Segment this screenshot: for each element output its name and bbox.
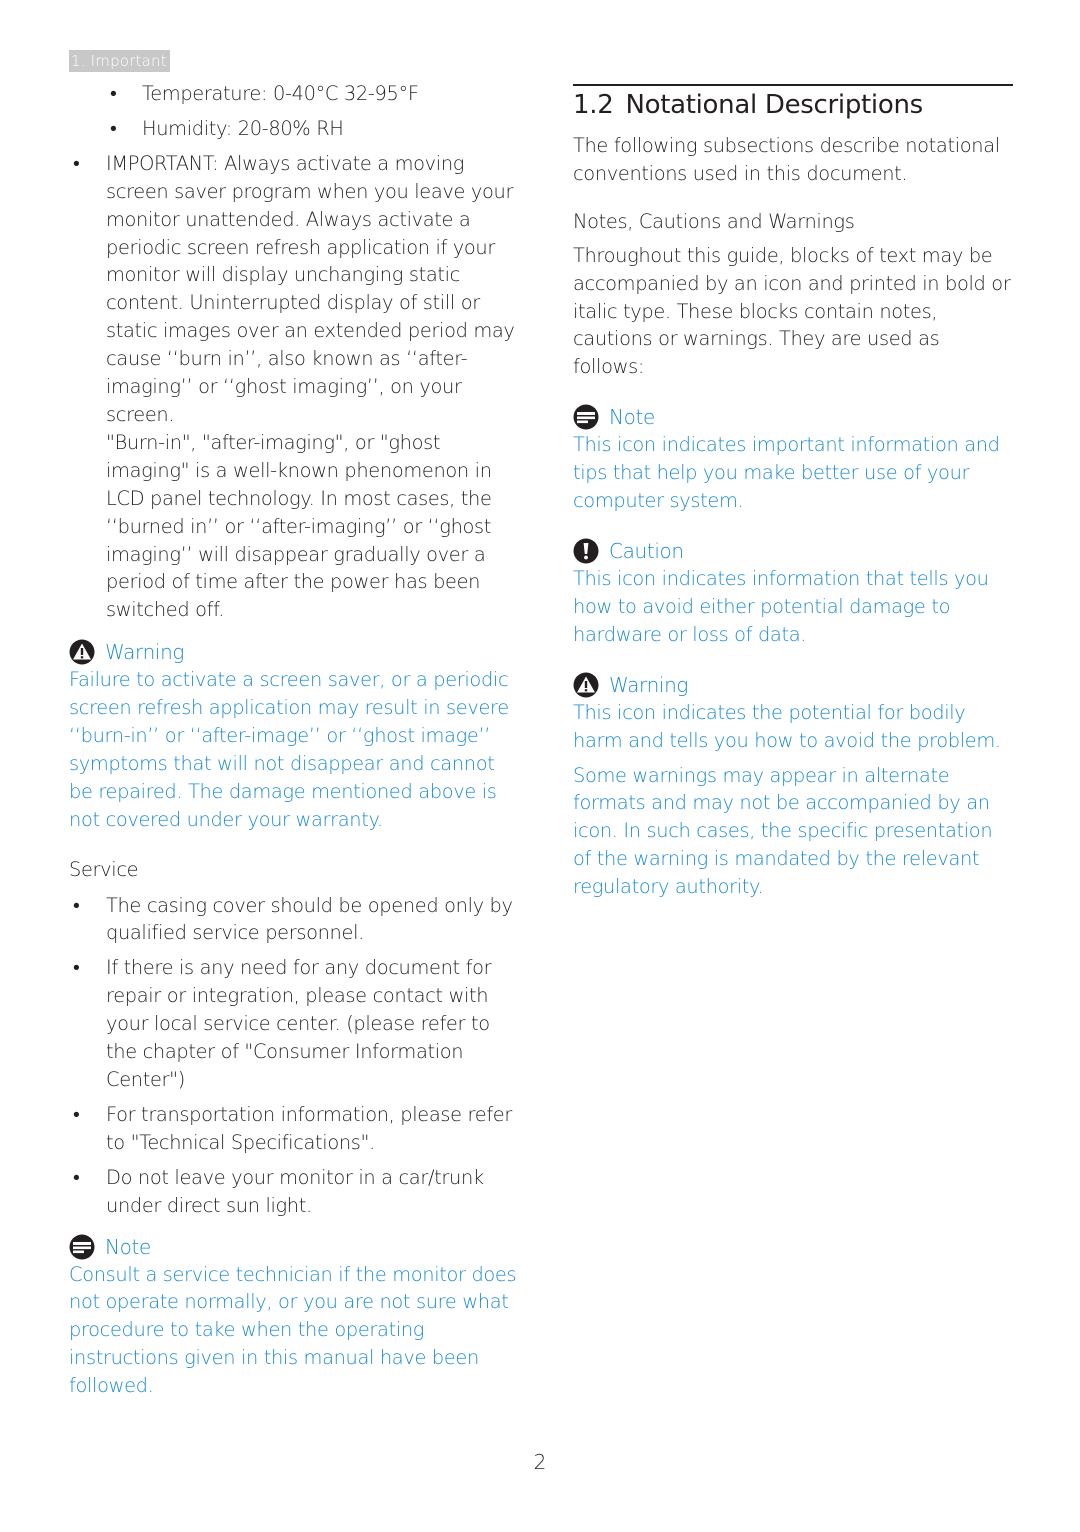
important-continuation: "Burn-in", "after-imaging", or "ghost im… <box>106 430 492 622</box>
note-icon <box>573 404 599 430</box>
list-item: Temperature: 0-40°C 32-95°F <box>69 80 519 108</box>
section-rule <box>573 84 1013 86</box>
warning-title: Warning <box>609 672 689 697</box>
note-title: Note <box>609 405 655 430</box>
right-column: 1.2 Notational Descriptions The following… <box>573 84 1013 901</box>
list-item: Humidity: 20-80% RH <box>69 115 519 143</box>
list-item: If there is any need for any document fo… <box>69 954 519 1094</box>
section-number: 1.2 <box>573 90 614 120</box>
caution-title: Caution <box>609 538 684 563</box>
caution-exclamation-icon <box>573 538 599 564</box>
environment-list: Temperature: 0-40°C 32-95°F Humidity: 20… <box>69 80 519 143</box>
chapter-tag: 1. Important <box>69 50 170 72</box>
warning-header: Warning <box>573 671 1013 699</box>
description-text: Throughout this guide, blocks of text ma… <box>573 243 1011 379</box>
list-item: Do not leave your monitor in a car/trunk… <box>69 1164 519 1220</box>
left-column: Temperature: 0-40°C 32-95°F Humidity: 20… <box>69 80 519 1400</box>
note-text: Consult a service technician if the moni… <box>69 1262 517 1398</box>
warning-triangle-icon <box>573 672 599 698</box>
service-list: The casing cover should be opened only b… <box>69 892 519 1220</box>
note-text: This icon indicates important informatio… <box>573 433 1000 513</box>
intro-text: The following subsections describe notat… <box>573 134 1000 185</box>
note-title: Note <box>105 1234 151 1259</box>
subheading: Notes, Cautions and Warnings <box>573 209 855 233</box>
note-header: Note <box>573 403 1013 431</box>
warning-triangle-icon <box>69 639 95 665</box>
caution-text: This icon indicates information that tel… <box>573 566 989 646</box>
warning-header: Warning <box>69 638 519 666</box>
alternate-formats-text: Some warnings may appear in alternate fo… <box>573 763 993 899</box>
service-heading: Service <box>69 857 139 881</box>
page-number: 2 <box>533 1450 547 1474</box>
section-title: 1.2 Notational Descriptions <box>573 88 1013 122</box>
important-list: IMPORTANT: Always activate a moving scre… <box>69 150 519 429</box>
caution-header: Caution <box>573 537 1013 565</box>
note-header: Note <box>69 1233 519 1261</box>
note-icon <box>69 1234 95 1260</box>
important-bullet: IMPORTANT: Always activate a moving scre… <box>69 150 519 429</box>
warning-text: This icon indicates the potential for bo… <box>573 700 1001 752</box>
warning-title: Warning <box>105 640 185 665</box>
section-title-text: Notational Descriptions <box>625 90 923 120</box>
list-item: The casing cover should be opened only b… <box>69 892 519 948</box>
list-item: For transportation information, please r… <box>69 1101 519 1157</box>
warning-text: Failure to activate a screen saver, or a… <box>69 668 509 831</box>
